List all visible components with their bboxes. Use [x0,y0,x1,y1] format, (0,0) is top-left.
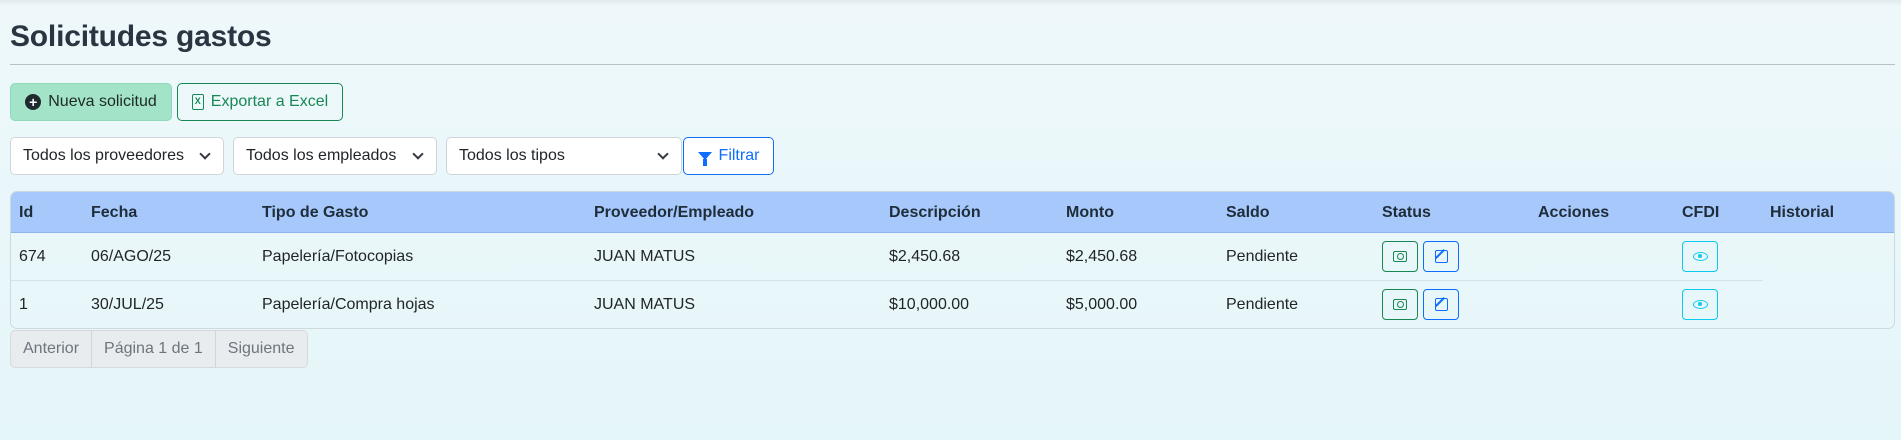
column-header-proveedor: Proveedor/Empleado [594,204,755,221]
column-header-cfdi: CFDI [1682,204,1720,221]
edit-icon [1434,250,1448,263]
title-divider [10,64,1895,65]
chevron-down-icon [412,148,424,160]
funnel-icon [697,152,712,166]
new-request-label: Nueva solicitud [48,93,157,110]
cell-tipo: Papelería/Compra hojas [262,296,435,313]
employees-select-value: Todos los empleados [246,147,397,164]
column-header-status: Status [1382,204,1431,221]
cell-monto: $5,000.00 [1066,296,1138,313]
expenses-table: Id Fecha Tipo de Gasto Proveedor/Emplead… [10,191,1895,329]
column-header-fecha: Fecha [91,204,138,221]
cell-proveedor: JUAN MATUS [594,248,696,265]
cell-tipo: Papelería/Fotocopias [262,248,414,265]
chevron-down-icon [199,148,211,160]
providers-select-value: Todos los proveedores [23,147,184,164]
plus-circle-icon: + [25,94,42,110]
previous-page-button[interactable]: Anterior [11,331,93,367]
new-request-button[interactable]: + Nueva solicitud [10,83,172,121]
view-cfdi-button[interactable] [1682,241,1718,272]
cell-saldo: Pendiente [1226,296,1299,313]
column-header-saldo: Saldo [1226,204,1270,221]
table-header: Id Fecha Tipo de Gasto Proveedor/Emplead… [11,192,1894,233]
column-header-tipo: Tipo de Gasto [262,204,369,221]
page-indicator: Página 1 de 1 [92,331,216,367]
cell-descripcion: $2,450.68 [889,248,961,265]
column-header-acciones: Acciones [1538,204,1610,221]
cell-saldo: Pendiente [1226,248,1299,265]
column-header-descripcion: Descripción [889,204,981,221]
next-page-button[interactable]: Siguiente [216,331,307,367]
cell-monto: $2,450.68 [1066,248,1138,265]
edit-button[interactable] [1423,241,1459,272]
chevron-down-icon [657,148,669,160]
filter-button[interactable]: Filtrar [683,137,774,175]
money-icon [1393,251,1407,262]
pay-button[interactable] [1382,289,1418,320]
edit-button[interactable] [1423,289,1459,320]
types-select[interactable]: Todos los tipos [446,137,682,175]
eye-icon [1692,300,1708,309]
filter-label: Filtrar [718,147,760,164]
providers-select[interactable]: Todos los proveedores [10,137,224,175]
employees-select[interactable]: Todos los empleados [233,137,437,175]
edit-icon [1434,298,1448,311]
column-header-id: Id [19,204,34,221]
table-row: 1 30/JUL/25 Papelería/Compra hojas JUAN … [11,281,1763,328]
cell-id: 1 [19,296,28,313]
file-excel-icon: X [191,94,204,110]
export-excel-button[interactable]: X Exportar a Excel [177,83,343,121]
column-header-monto: Monto [1066,204,1114,221]
column-header-historial: Historial [1770,204,1835,221]
export-excel-label: Exportar a Excel [210,93,329,110]
table-row: 674 06/AGO/25 Papelería/Fotocopias JUAN … [11,233,1763,281]
view-cfdi-button[interactable] [1682,289,1718,320]
top-shadow [0,0,1901,6]
types-select-value: Todos los tipos [459,147,565,164]
cell-id: 674 [19,248,46,265]
cell-descripcion: $10,000.00 [889,296,970,313]
pay-button[interactable] [1382,241,1418,272]
money-icon [1393,299,1407,310]
cell-proveedor: JUAN MATUS [594,296,696,313]
page-title: Solicitudes gastos [10,20,272,53]
cell-fecha: 06/AGO/25 [91,248,172,265]
eye-icon [1692,252,1708,261]
pagination: Anterior Página 1 de 1 Siguiente [10,330,308,368]
cell-fecha: 30/JUL/25 [91,296,164,313]
